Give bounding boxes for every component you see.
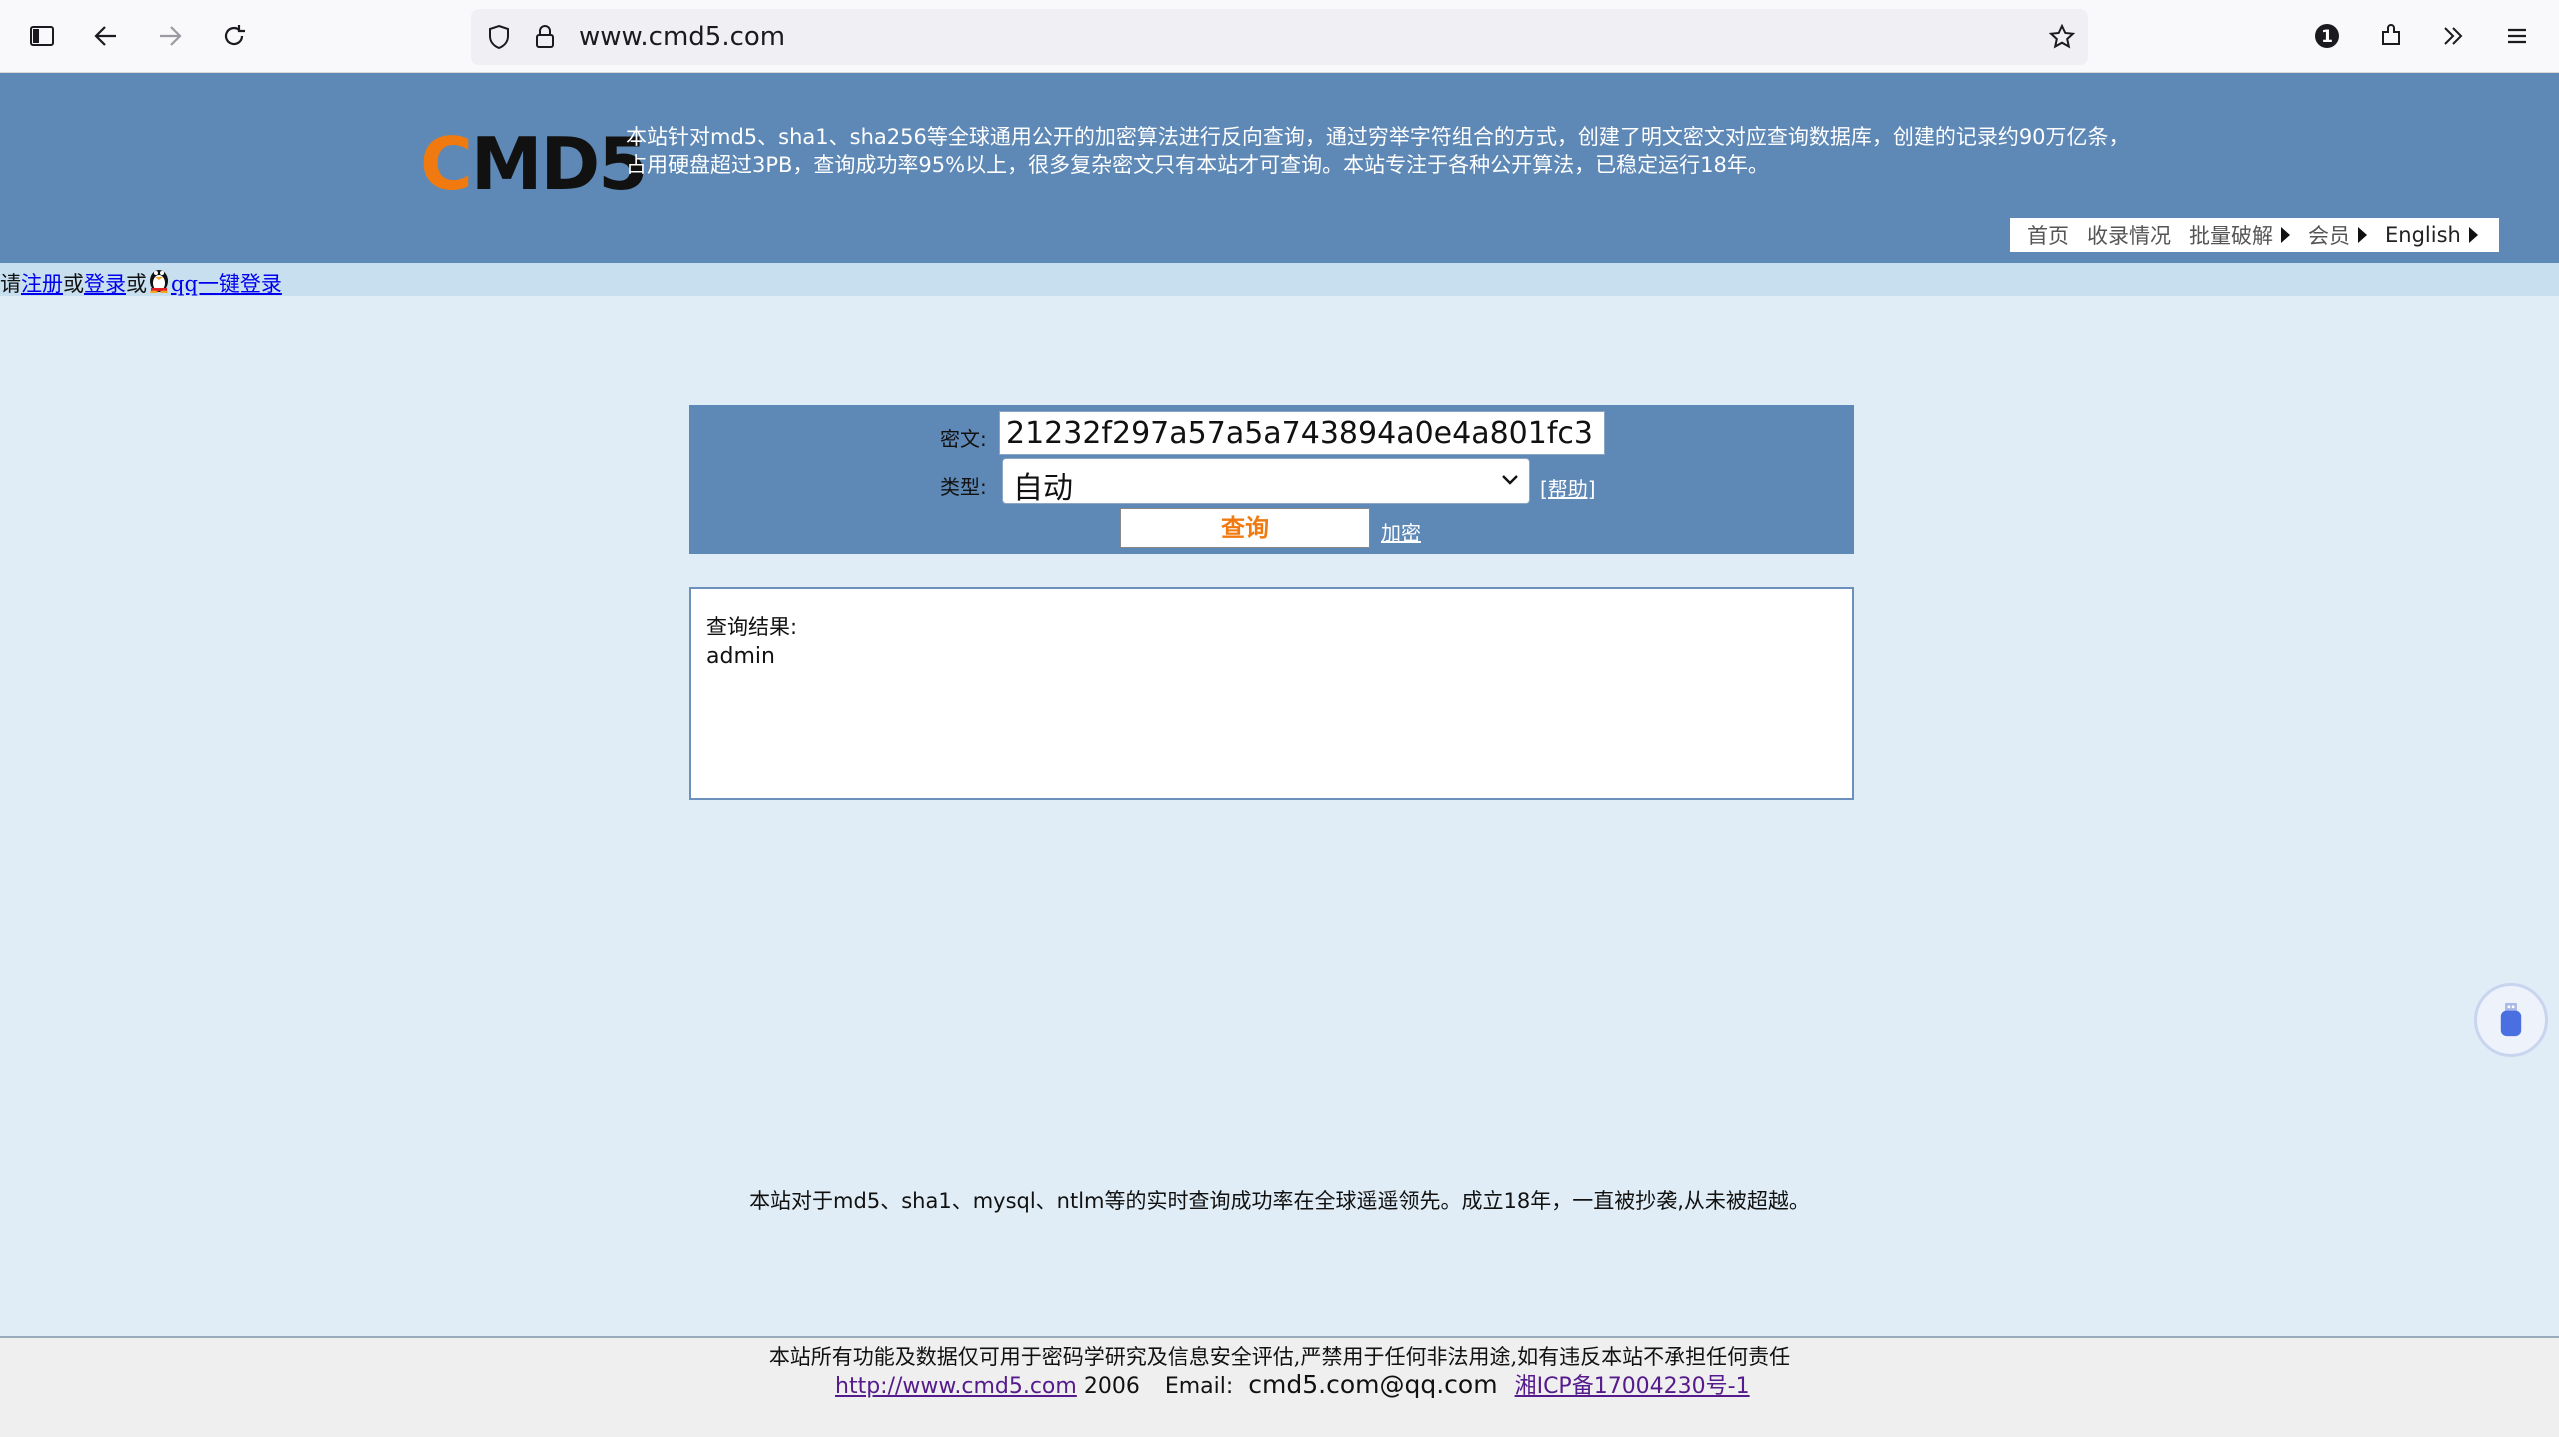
- usb-drive-icon: [2500, 1003, 2522, 1037]
- nav-home[interactable]: 首页: [2027, 220, 2069, 250]
- nav-batch-label: 批量破解: [2189, 224, 2273, 248]
- caret-right-icon: [2468, 227, 2478, 243]
- shield-icon[interactable]: [485, 23, 513, 51]
- menu-icon[interactable]: [2495, 14, 2539, 58]
- site-description: 本站针对md5、sha1、sha256等全球通用公开的加密算法进行反向查询，通过…: [626, 123, 2156, 179]
- nav-records[interactable]: 收录情况: [2087, 220, 2171, 250]
- chevron-down-icon: [1502, 475, 1518, 485]
- lock-icon[interactable]: [531, 23, 559, 51]
- query-button[interactable]: 查询: [1120, 508, 1370, 548]
- qq-login-link[interactable]: qq一键登录: [171, 272, 282, 296]
- type-label: 类型:: [940, 475, 987, 499]
- nav-member-label: 会员: [2308, 224, 2350, 248]
- result-box: 查询结果: admin: [689, 587, 1854, 800]
- top-nav: 首页 收录情况 批量破解 会员 English: [2010, 218, 2499, 252]
- forward-icon[interactable]: [148, 14, 192, 58]
- cipher-label: 密文:: [940, 427, 987, 451]
- sidebar-icon[interactable]: [20, 14, 64, 58]
- type-select[interactable]: 自动: [1002, 458, 1530, 506]
- register-link[interactable]: 注册: [21, 272, 63, 296]
- site-tagline: 本站对于md5、sha1、mysql、ntlm等的实时查询成功率在全球遥遥领先。…: [749, 1189, 1810, 1213]
- floating-usb-widget-icon[interactable]: [2474, 983, 2548, 1057]
- footer-site-link[interactable]: http://www.cmd5.com: [835, 1374, 1077, 1399]
- encrypt-link[interactable]: 加密: [1381, 517, 1421, 546]
- extensions-icon[interactable]: [2369, 14, 2413, 58]
- help-link[interactable]: [帮助]: [1540, 473, 1596, 502]
- nav-english-label: English: [2385, 223, 2461, 247]
- login-or-1: 或: [63, 272, 84, 296]
- login-or-2: 或: [126, 272, 147, 296]
- logo-text: MD5: [470, 122, 649, 206]
- caret-right-icon: [2358, 227, 2367, 243]
- bookmark-star-icon[interactable]: [2048, 23, 2076, 51]
- qq-penguin-icon[interactable]: [147, 263, 171, 294]
- nav-english[interactable]: English: [2385, 223, 2478, 247]
- result-label: 查询结果:: [706, 615, 798, 639]
- site-header: CMD5 本站针对md5、sha1、sha256等全球通用公开的加密算法进行反向…: [0, 73, 2559, 263]
- site-footer: 本站所有功能及数据仅可用于密码学研究及信息安全评估,严禁用于任何非法用途,如有违…: [0, 1336, 2559, 1437]
- reload-icon[interactable]: [212, 14, 256, 58]
- site-logo[interactable]: CMD5: [420, 119, 649, 209]
- description-line-2: 占用硬盘超过3PB，查询成功率95%以上，很多复杂密文只有本站才可查询。本站专注…: [626, 153, 1769, 177]
- login-prefix: 请: [0, 272, 21, 296]
- caret-right-icon: [2281, 227, 2290, 243]
- description-line-1: 本站针对md5、sha1、sha256等全球通用公开的加密算法进行反向查询，通过…: [626, 125, 2130, 149]
- back-icon[interactable]: [84, 14, 128, 58]
- url-text[interactable]: www.cmd5.com: [579, 22, 785, 52]
- footer-disclaimer: 本站所有功能及数据仅可用于密码学研究及信息安全评估,严禁用于任何非法用途,如有违…: [768, 1345, 1791, 1369]
- footer-icp-link[interactable]: 湘ICP备17004230号-1: [1515, 1374, 1750, 1399]
- nav-batch[interactable]: 批量破解: [2189, 220, 2290, 250]
- browser-toolbar: www.cmd5.com 1: [0, 0, 2559, 73]
- logo-letter-c: C: [420, 122, 473, 206]
- cipher-input[interactable]: [999, 411, 1605, 455]
- login-bar: 请注册或登录或 qq一键登录: [0, 263, 2559, 296]
- footer-email: cmd5.com@qq.com: [1248, 1370, 1498, 1399]
- footer-email-label: Email:: [1164, 1374, 1234, 1399]
- password-manager-icon[interactable]: 1: [2305, 14, 2349, 58]
- login-link[interactable]: 登录: [84, 272, 126, 296]
- query-form: 密文: 类型: 自动 [帮助] 查询 加密: [689, 405, 1854, 554]
- footer-year: 2006: [1083, 1374, 1140, 1399]
- footer-info: http://www.cmd5.com 2006 Email: cmd5.com…: [835, 1368, 1750, 1400]
- url-bar[interactable]: www.cmd5.com: [471, 9, 2088, 65]
- result-value: admin: [706, 644, 775, 669]
- type-selected-value: 自动: [1013, 471, 1073, 506]
- overflow-chevrons-icon[interactable]: [2431, 14, 2475, 58]
- badge-count: 1: [2321, 27, 2333, 47]
- nav-member[interactable]: 会员: [2308, 220, 2367, 250]
